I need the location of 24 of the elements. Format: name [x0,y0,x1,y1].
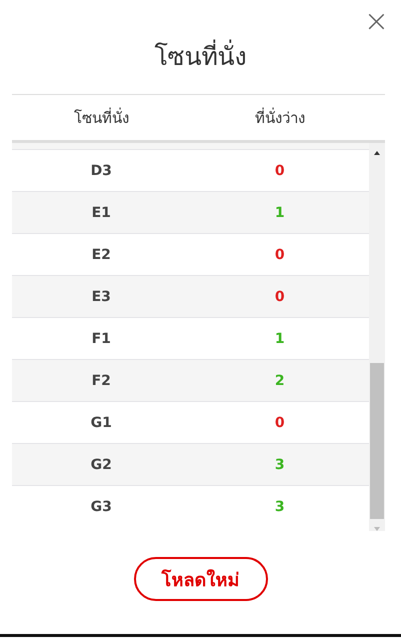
zone-cell: G2 [90,456,112,472]
available-cell: 2 [274,372,285,388]
available-cell: 3 [274,498,285,514]
available-cell: 3 [274,456,285,472]
column-header: โซนที่นั่ง [74,106,129,128]
column-header: ที่นั่งว่าง [254,106,305,128]
zone-cell: F1 [92,330,111,346]
zone-cell: G3 [90,498,112,514]
zone-cell: E2 [92,246,111,262]
scrollbar[interactable] [369,143,385,531]
available-cell: 0 [274,246,285,262]
zone-cell: F2 [92,372,111,388]
zone-cell: D3 [90,162,112,178]
available-cell: 0 [274,414,285,430]
available-cell: 1 [274,204,285,220]
available-cell: 1 [274,330,285,346]
close-button[interactable]: × [362,8,391,36]
zone-cell: E1 [92,204,111,220]
available-cell: 0 [274,162,285,178]
dialog-title: โซนที่นั่ง [0,36,401,84]
available-cell: 0 [274,288,285,304]
zone-cell: G1 [90,414,112,430]
zone-cell: E3 [92,288,111,304]
reload-button[interactable]: โหลดใหม่ [134,557,268,601]
